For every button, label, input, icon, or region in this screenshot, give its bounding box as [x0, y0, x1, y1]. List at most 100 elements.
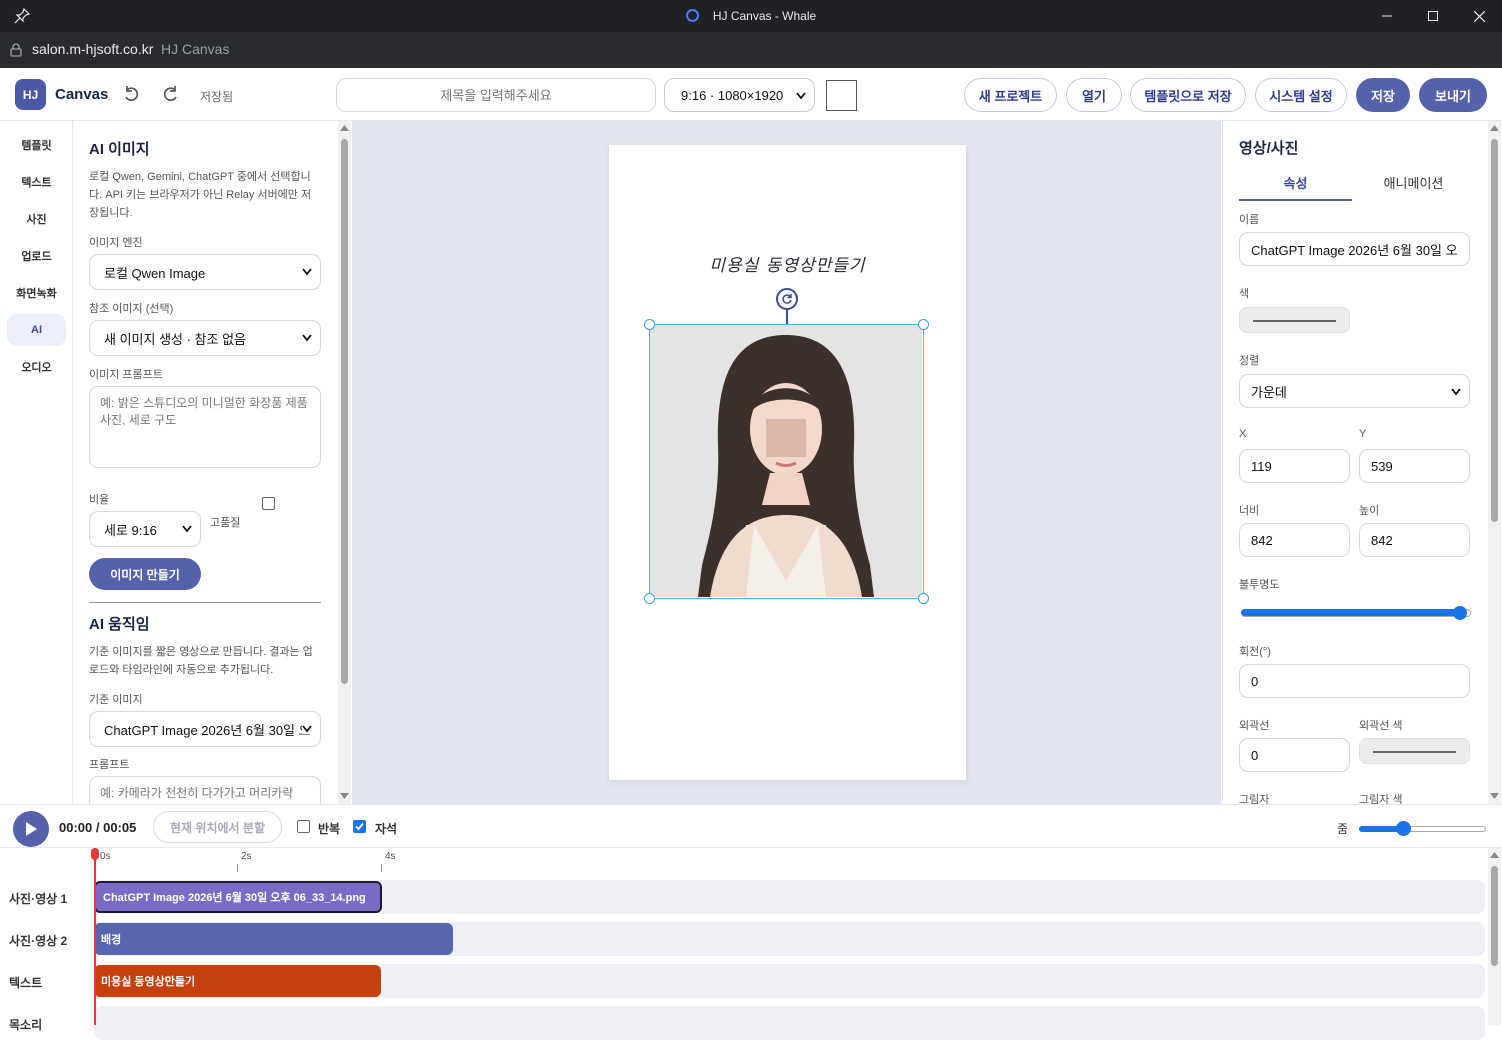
height-label: 높이: [1359, 505, 1380, 517]
scroll-up-icon[interactable]: [340, 125, 349, 131]
save-template-button[interactable]: 템플릿으로 저장: [1130, 78, 1246, 112]
stroke-input[interactable]: 0: [1239, 738, 1350, 772]
app-name: Canvas: [55, 86, 109, 103]
address-url[interactable]: salon.m-hjsoft.co.kr: [32, 41, 153, 57]
motion-prompt-input[interactable]: 예: 카메라가 천천히 다가가고 머리카락: [89, 776, 321, 804]
right-panel-scroll-thumb[interactable]: [1491, 139, 1498, 522]
left-panel-scrollbar[interactable]: [338, 121, 351, 804]
save-button[interactable]: 저장: [1356, 78, 1410, 112]
undo-icon[interactable]: [121, 84, 141, 104]
canvas-ratio-select[interactable]: 9:16 · 1080×1920: [664, 78, 815, 112]
clip-photo-1[interactable]: ChatGPT Image 2026년 6월 30일 오후 06_33_14.p…: [94, 881, 382, 913]
export-button[interactable]: 보내기: [1419, 78, 1487, 112]
canvas-area[interactable]: 미용실 동영상만들기: [352, 121, 1221, 804]
track-voice[interactable]: [94, 1006, 1485, 1040]
play-button[interactable]: [13, 811, 49, 847]
reference-image-select[interactable]: 새 이미지 생성 · 참조 없음: [89, 320, 321, 356]
resize-handle-bottom-left[interactable]: [644, 593, 655, 604]
ai-panel: AI 이미지 로컬 Qwen, Gemini, ChatGPT 중에서 선택합니…: [73, 121, 337, 804]
image-prompt-input[interactable]: 예: 밝은 스튜디오의 미니멀한 화장품 제품 사진, 세로 구도: [89, 386, 321, 468]
base-image-select[interactable]: ChatGPT Image 2026년 6월 30일 오: [89, 711, 321, 747]
name-input[interactable]: ChatGPT Image 2026년 6월 30일 오: [1239, 232, 1470, 266]
chevron-down-icon: [182, 525, 192, 533]
magnet-checkbox[interactable]: [353, 820, 366, 833]
ai-image-title: AI 이미지: [89, 141, 150, 158]
zoom-slider-thumb[interactable]: [1396, 821, 1411, 836]
y-input[interactable]: 539: [1359, 449, 1470, 483]
background-color-swatch[interactable]: [826, 80, 857, 111]
stroke-label: 외곽선: [1239, 720, 1270, 732]
nav-item-upload[interactable]: 업로드: [7, 240, 66, 272]
close-button[interactable]: [1456, 0, 1502, 32]
y-label: Y: [1359, 428, 1367, 440]
redo-icon[interactable]: [161, 84, 181, 104]
tab-properties[interactable]: 속성: [1239, 173, 1352, 201]
high-quality-label: 고품질: [210, 517, 241, 529]
open-button[interactable]: 열기: [1066, 78, 1122, 112]
engine-select[interactable]: 로컬 Qwen Image: [89, 254, 321, 290]
nav-item-ai[interactable]: AI: [7, 314, 66, 346]
ruler-label-2: 2s: [241, 851, 252, 862]
chevron-down-icon: [302, 334, 312, 342]
color-picker[interactable]: [1239, 307, 1350, 333]
ratio-select[interactable]: 세로 9:16: [89, 511, 201, 547]
system-settings-button[interactable]: 시스템 설정: [1255, 78, 1347, 112]
height-input[interactable]: 842: [1359, 523, 1470, 557]
left-panel-scroll-thumb[interactable]: [341, 139, 348, 684]
nav-item-screen-record[interactable]: 화면녹화: [7, 277, 66, 309]
resize-handle-top-right[interactable]: [918, 319, 929, 330]
nav-item-templates[interactable]: 템플릿: [7, 129, 66, 161]
chevron-down-icon: [1451, 388, 1461, 396]
selected-image-element[interactable]: [644, 319, 929, 604]
new-project-button[interactable]: 새 프로젝트: [964, 78, 1057, 112]
stroke-color-picker[interactable]: [1359, 738, 1470, 764]
chevron-down-icon: [796, 92, 806, 100]
width-input[interactable]: 842: [1239, 523, 1350, 557]
rotate-icon: [782, 294, 792, 304]
clip-background[interactable]: 배경: [94, 923, 453, 955]
address-page-title: HJ Canvas: [161, 41, 230, 57]
nav-item-audio[interactable]: 오디오: [7, 351, 66, 383]
generate-image-button[interactable]: 이미지 만들기: [89, 558, 201, 590]
project-title-input[interactable]: [336, 78, 656, 112]
tab-animation[interactable]: 애니메이션: [1357, 173, 1470, 201]
minimize-button[interactable]: [1364, 0, 1410, 32]
artboard-title-text[interactable]: 미용실 동영상만들기: [609, 251, 966, 276]
playhead-handle[interactable]: [91, 848, 99, 860]
opacity-slider-thumb[interactable]: [1453, 606, 1467, 620]
address-bar[interactable]: salon.m-hjsoft.co.kr HJ Canvas: [0, 32, 1502, 68]
timeline-scroll-thumb[interactable]: [1491, 866, 1498, 966]
scroll-down-icon[interactable]: [340, 793, 349, 799]
scroll-down-icon[interactable]: [1490, 793, 1499, 799]
split-button[interactable]: 현재 위치에서 분할: [153, 811, 282, 843]
canvas-ratio-value: 9:16 · 1080×1920: [681, 87, 784, 103]
loop-checkbox[interactable]: [297, 820, 310, 833]
artboard[interactable]: 미용실 동영상만들기: [609, 145, 966, 780]
align-value: 가운데: [1251, 384, 1287, 400]
play-icon: [26, 822, 37, 836]
magnet-label: 자석: [375, 822, 398, 836]
x-input[interactable]: 119: [1239, 449, 1350, 483]
zoom-label: 줌: [1337, 822, 1349, 836]
resize-handle-top-left[interactable]: [644, 319, 655, 330]
lock-icon[interactable]: [10, 43, 22, 57]
app-logo: HJ: [15, 79, 46, 110]
resize-handle-bottom-right[interactable]: [918, 593, 929, 604]
timeline-scrollbar[interactable]: [1488, 848, 1501, 1025]
nav-item-text[interactable]: 텍스트: [7, 166, 66, 198]
align-select[interactable]: 가운데: [1239, 374, 1470, 408]
chevron-down-icon: [302, 268, 312, 276]
high-quality-checkbox[interactable]: [262, 497, 275, 510]
playhead[interactable]: [94, 848, 96, 1025]
opacity-slider-fill[interactable]: [1241, 609, 1460, 616]
maximize-button[interactable]: [1410, 0, 1456, 32]
right-panel-scrollbar[interactable]: [1488, 121, 1501, 804]
rotation-handle[interactable]: [776, 288, 798, 310]
opacity-label: 불투명도: [1239, 579, 1280, 591]
scroll-up-icon[interactable]: [1490, 852, 1499, 858]
time-display: 00:00 / 00:05: [59, 820, 137, 835]
scroll-up-icon[interactable]: [1490, 125, 1499, 131]
clip-text[interactable]: 미용실 동영상만들기: [94, 965, 381, 997]
rotation-input[interactable]: 0: [1239, 664, 1470, 698]
nav-item-photos[interactable]: 사진: [7, 203, 66, 235]
